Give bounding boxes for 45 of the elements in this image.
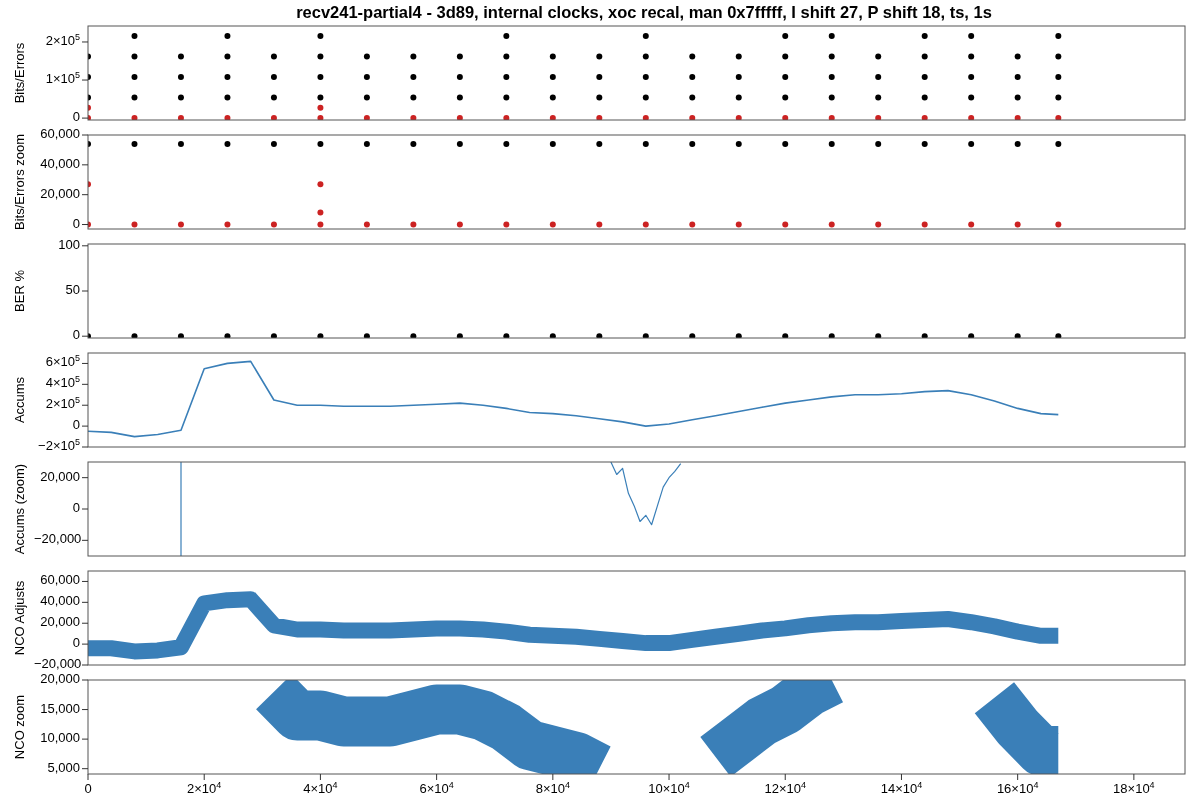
tick-label: 0	[71, 328, 80, 343]
tick-label: 100	[57, 237, 80, 252]
tick-label: 0	[71, 110, 80, 125]
tick-label: 0	[71, 636, 80, 651]
tick-label: 0	[71, 418, 80, 433]
axis-label: Bits/Errors	[12, 42, 27, 104]
tick-label: 20,000	[39, 186, 80, 201]
tick-label: 20,000	[39, 469, 80, 484]
tick-label: 8×10$^{4}$	[534, 782, 571, 796]
tick-label: 15,000	[39, 701, 80, 716]
tick-label: 16×10$^{4}$	[995, 782, 1040, 796]
tick-label: 0	[83, 782, 93, 796]
tick-label: −20,000	[34, 657, 80, 671]
axis-label: Accums	[12, 376, 27, 424]
tick-label: 4×10$^{4}$	[302, 782, 339, 796]
tick-label: 2×10$^{5}$	[44, 33, 80, 48]
tick-label: 0	[71, 216, 80, 231]
tick-label: 10,000	[39, 731, 80, 746]
tick-label: 40,000	[39, 156, 80, 171]
axis-label: Bits/Errors zoom	[12, 133, 27, 231]
tick-label: 6×10$^{4}$	[418, 782, 455, 796]
tick-label: −20,000	[34, 532, 80, 547]
tick-label: 20,000	[39, 615, 80, 630]
tick-label: 60,000	[39, 573, 80, 588]
tick-label: 40,000	[39, 594, 80, 609]
axis-label: NCO Adjusts	[12, 580, 27, 656]
tick-label: 14×10$^{4}$	[879, 782, 924, 796]
tick-label: 1×10$^{5}$	[44, 72, 80, 87]
chart-title: recv241-partial4 - 3d89, internal clocks, xoc recal, man 0x7fffff, I shift 27, P shift 18, ts, 1s	[296, 2, 992, 22]
axis-label: Accums (zoom)	[12, 463, 27, 555]
tick-label: 20,000	[39, 672, 80, 686]
tick-label: 5,000	[46, 760, 80, 775]
tick-label: 0	[71, 501, 80, 515]
tick-label: 4×10$^{5}$	[44, 376, 80, 391]
tick-label: 50	[64, 283, 80, 297]
tick-label: 12×10$^{4}$	[763, 782, 807, 796]
tick-label: 60,000	[39, 127, 80, 141]
tick-label: 2×10$^{5}$	[44, 397, 80, 412]
axis-label: NCO zoom	[12, 694, 27, 760]
tick-label: 6×10$^{5}$	[44, 355, 80, 370]
tick-label: 10×10$^{4}$	[647, 782, 691, 796]
tick-label: −2×10$^{5}$	[37, 439, 80, 453]
tick-label: 18×10$^{4}$	[1112, 782, 1156, 796]
axis-label: BER %	[12, 270, 27, 312]
tick-label: 2×10$^{4}$	[186, 782, 223, 796]
